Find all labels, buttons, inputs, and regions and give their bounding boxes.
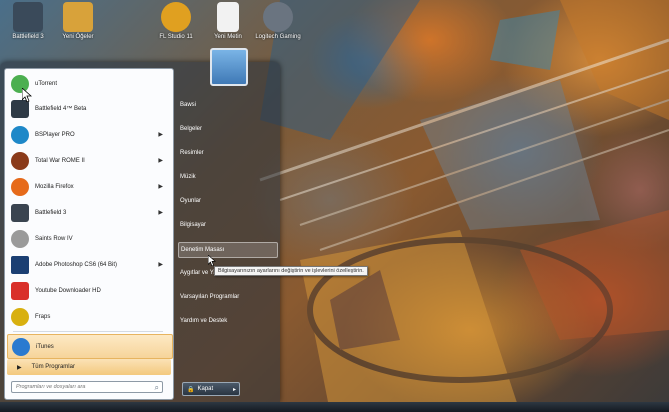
desktop-icon-battlefield[interactable]: Battlefield 3	[0, 2, 56, 41]
mouse-cursor-icon	[22, 88, 32, 102]
right-item-muzik[interactable]: Müzik	[178, 170, 276, 184]
program-label: Adobe Photoshop CS6 (64 Bit)	[35, 261, 118, 268]
right-item-label: Resimler	[180, 150, 204, 156]
rome-icon	[11, 151, 29, 170]
right-item-label: Müzik	[180, 174, 196, 180]
submenu-arrow-icon: ▶	[158, 184, 163, 190]
program-label: Saints Row IV	[35, 235, 73, 242]
desktop-icon-label: Yeni Metin	[214, 34, 242, 40]
right-item-belgeler[interactable]: Belgeler	[178, 122, 276, 136]
program-item[interactable]: Total War ROME II ▶	[7, 149, 171, 172]
right-item-yardim[interactable]: Yardım ve Destek	[178, 314, 276, 328]
right-item[interactable]: Bawsi	[178, 98, 276, 112]
right-item-label: Oyunlar	[180, 198, 202, 204]
desktop-icon-folder[interactable]: Yeni Öğeler	[50, 2, 106, 41]
submenu-arrow-icon: ▶	[158, 132, 163, 138]
battlefield-icon	[11, 99, 29, 118]
program-label: uTorrent	[35, 80, 58, 87]
start-menu-programs-pane: uTorrent Battlefield 4™ Beta BSPlayer PR…	[4, 68, 174, 400]
desktop-icon-logitech[interactable]: Logitech Gaming	[250, 2, 306, 41]
search-placeholder: Programları ve dosyaları ara	[16, 384, 86, 390]
program-label: iTunes	[36, 343, 54, 350]
program-item[interactable]: Mozilla Firefox ▶	[7, 175, 171, 198]
start-menu-right-pane: Bawsi Belgeler Resimler Müzik Oyunlar Bi…	[174, 48, 280, 402]
itunes-icon	[12, 337, 30, 356]
right-item-label: Varsayılan Programlar	[180, 294, 240, 300]
firefox-icon	[11, 177, 29, 196]
submenu-arrow-icon: ▶	[158, 158, 163, 164]
submenu-arrow-icon: ▶	[158, 262, 163, 268]
bsplayer-icon	[11, 125, 29, 144]
program-item[interactable]: Youtube Downloader HD	[7, 279, 171, 302]
search-icon: ⌕	[154, 383, 159, 392]
right-item-label: Denetim Masası	[181, 247, 225, 253]
youtube-icon	[11, 281, 29, 300]
program-item[interactable]: Fraps	[7, 305, 171, 328]
right-item-oyunlar[interactable]: Oyunlar	[178, 194, 276, 208]
all-programs-label: Tüm Programlar	[31, 364, 75, 370]
logitech-icon	[263, 2, 293, 32]
user-avatar[interactable]	[210, 48, 248, 86]
desktop-icon-label: Logitech Gaming	[255, 34, 301, 40]
chevron-right-icon[interactable]: ▸	[233, 386, 236, 393]
program-label: Battlefield 3	[35, 209, 67, 216]
program-item[interactable]: Battlefield 3 ▶	[7, 201, 171, 224]
program-item[interactable]: Adobe Photoshop CS6 (64 Bit) ▶	[7, 253, 171, 276]
triangle-right-icon: ▶	[17, 364, 22, 371]
saints-row-icon	[11, 229, 29, 248]
photoshop-icon	[11, 255, 29, 274]
search-input[interactable]: Programları ve dosyaları ara ⌕	[11, 381, 163, 393]
program-item-highlighted[interactable]: iTunes	[7, 334, 173, 359]
right-item-varsayilan[interactable]: Varsayılan Programlar	[178, 290, 276, 304]
right-item-label: Belgeler	[180, 126, 203, 132]
fl-studio-icon	[161, 2, 191, 32]
program-item[interactable]: Saints Row IV	[7, 227, 171, 250]
desktop-icon-label: FL Studio 11	[159, 34, 193, 40]
program-label: BSPlayer PRO	[35, 131, 75, 138]
right-item-label: Bawsi	[180, 102, 197, 108]
right-item-bilgisayar[interactable]: Bilgisayar	[178, 218, 276, 232]
program-label: Youtube Downloader HD	[35, 287, 101, 294]
right-item-resimler[interactable]: Resimler	[178, 146, 276, 160]
shutdown-label: Kapat	[197, 386, 214, 392]
right-item-label: Yardım ve Destek	[180, 318, 228, 324]
program-label: Total War ROME II	[35, 157, 85, 164]
desktop-icon-document[interactable]: Yeni Metin	[200, 2, 256, 41]
program-label: Mozilla Firefox	[35, 183, 74, 190]
right-item-label: Bilgisayar	[180, 222, 207, 228]
all-programs-button[interactable]: ▶ Tüm Programlar	[7, 359, 171, 375]
desktop-icon-label: Yeni Öğeler	[62, 34, 94, 40]
separator	[13, 331, 163, 332]
submenu-arrow-icon: ▶	[158, 210, 163, 216]
start-menu: uTorrent Battlefield 4™ Beta BSPlayer PR…	[0, 48, 280, 402]
right-item-denetim-masasi[interactable]: Denetim Masası	[178, 242, 278, 258]
shutdown-button[interactable]: 🔒 Kapat ▸	[182, 382, 240, 396]
battlefield-icon	[11, 203, 29, 222]
mouse-cursor-icon	[208, 255, 216, 266]
program-item[interactable]: BSPlayer PRO ▶	[7, 123, 171, 146]
lock-icon: 🔒	[187, 386, 195, 393]
desktop-icon-label: Battlefield 3	[12, 34, 44, 40]
battlefield-icon	[13, 2, 43, 32]
folder-icon	[63, 2, 93, 32]
taskbar	[0, 402, 669, 412]
fraps-icon	[11, 307, 29, 326]
document-icon	[217, 2, 239, 32]
tooltip: Bilgisayarınızın ayarlarını değiştirin v…	[214, 266, 368, 276]
program-label: Fraps	[35, 313, 51, 320]
program-label: Battlefield 4™ Beta	[35, 105, 87, 112]
desktop-icon-fl-studio[interactable]: FL Studio 11	[148, 2, 204, 41]
